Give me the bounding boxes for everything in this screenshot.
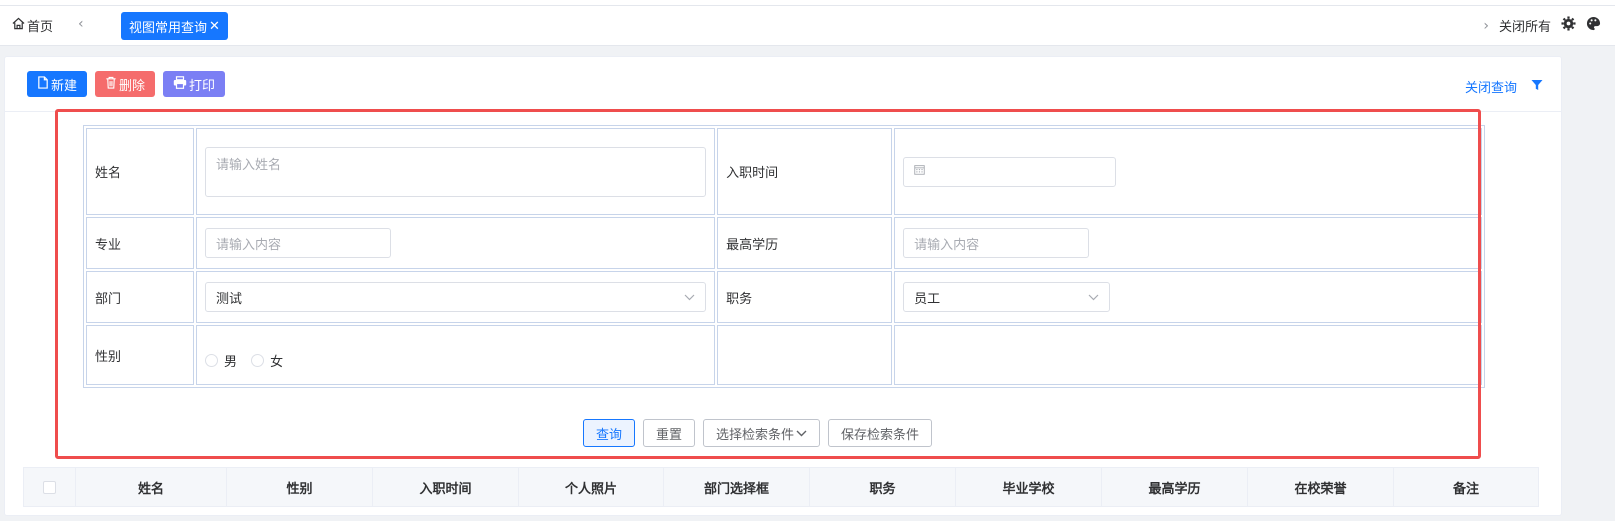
- select-all-checkbox[interactable]: [24, 468, 76, 506]
- action-toolbar: 新建 删除 打印: [27, 71, 226, 97]
- tab-label: 视图常用查询: [129, 20, 208, 36]
- highlight-box: [55, 109, 1481, 459]
- table-header: 姓名 性别 入职时间 个人照片 部门选择框 职务 毕业学校 最高学历 在校荣誉 …: [23, 467, 1539, 507]
- column-header[interactable]: 性别: [227, 468, 373, 506]
- trash-icon: [105, 76, 117, 93]
- column-header[interactable]: 毕业学校: [956, 468, 1102, 506]
- content-card: 新建 删除 打印 关闭查询 姓名 请输入姓名 入职时间 专业 请输入内容 最高学…: [4, 56, 1562, 516]
- column-header[interactable]: 部门选择框: [664, 468, 810, 506]
- delete-button-label: 删除: [119, 78, 146, 94]
- close-icon[interactable]: ✕: [209, 19, 220, 34]
- column-header[interactable]: 入职时间: [373, 468, 519, 506]
- close-all-button[interactable]: 关闭所有: [1499, 16, 1551, 35]
- column-header[interactable]: 姓名: [76, 468, 227, 506]
- new-button-label: 新建: [51, 78, 78, 94]
- tab-tools: › 关闭所有: [1483, 16, 1601, 35]
- home-icon: [12, 17, 25, 34]
- tab-view-common-query[interactable]: 视图常用查询 ✕: [121, 12, 228, 40]
- document-icon: [37, 75, 49, 93]
- column-header[interactable]: 在校荣誉: [1248, 468, 1394, 506]
- column-header[interactable]: 职务: [810, 468, 956, 506]
- print-button[interactable]: 打印: [163, 71, 226, 97]
- column-header[interactable]: 最高学历: [1102, 468, 1248, 506]
- palette-icon[interactable]: [1586, 16, 1601, 35]
- gear-icon[interactable]: [1561, 16, 1576, 35]
- column-header[interactable]: 个人照片: [519, 468, 664, 506]
- query-toggle: 关闭查询: [1465, 77, 1543, 96]
- new-button[interactable]: 新建: [27, 71, 88, 97]
- checkbox-square: [43, 480, 56, 494]
- tab-bar: 首页 ‹ 视图常用查询 ✕ › 关闭所有: [0, 6, 1615, 46]
- delete-button[interactable]: 删除: [95, 71, 156, 97]
- printer-icon: [173, 75, 187, 93]
- print-button-label: 打印: [189, 78, 216, 94]
- scroll-right-icon[interactable]: ›: [1483, 18, 1489, 34]
- column-header[interactable]: 备注: [1394, 468, 1538, 506]
- home-label: 首页: [27, 20, 54, 35]
- scroll-left-icon[interactable]: ‹: [78, 16, 84, 32]
- tab-home[interactable]: 首页: [12, 16, 53, 35]
- filter-icon[interactable]: [1531, 79, 1543, 95]
- close-query-link[interactable]: 关闭查询: [1465, 77, 1517, 96]
